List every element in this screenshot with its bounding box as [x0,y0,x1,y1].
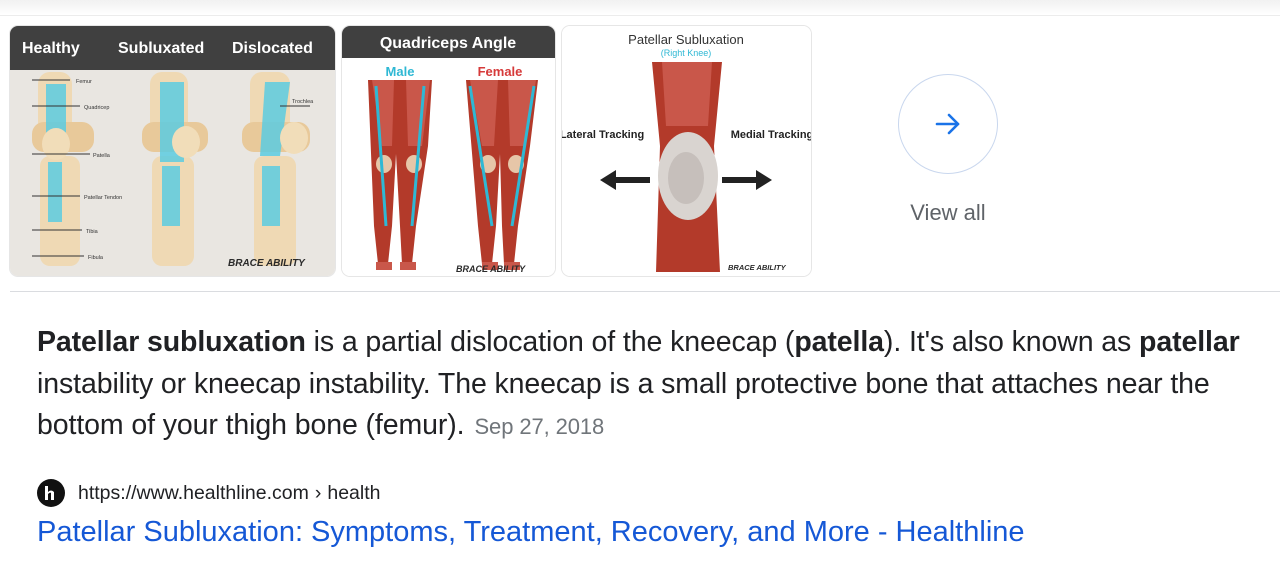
medial-label: Medial Tracking [731,129,811,141]
male-label: Male [386,64,415,79]
arrow-right-icon [935,113,960,135]
snippet-text-2: ). It's also known as [883,326,1140,358]
quadriceps-angle-illustration: Quadriceps Angle Male Female BRACE ABILI… [342,26,555,276]
lateral-label: Lateral Tracking [562,129,644,141]
callout-trochlea: Trochlea [292,99,314,105]
patellar-title: Patellar Subluxation [628,32,744,47]
snippet-text-1: is a partial dislocation of the kneecap … [305,326,795,358]
top-edge [0,0,1280,16]
quadriceps-title: Quadriceps Angle [380,35,516,52]
source-breadcrumb[interactable]: https://www.healthline.com › health [37,479,381,507]
watermark-braceability: BRACE ABILITY [456,264,526,274]
label-healthy: Healthy [22,40,80,57]
healthline-h-icon [37,479,65,507]
snippet-date: Sep 27, 2018 [474,414,605,439]
callout-fibula: Fibula [88,255,104,261]
knee-comparison-illustration: Healthy Subluxated Dislocated Femur Quad… [10,26,335,276]
view-all-label[interactable]: View all [880,200,1016,226]
label-subluxated: Subluxated [118,40,204,57]
result-title-link[interactable]: Patellar Subluxation: Symptoms, Treatmen… [37,516,1025,549]
image-carousel: Healthy Subluxated Dislocated Femur Quad… [0,26,1280,294]
image-thumb-quadriceps-angle[interactable]: Quadriceps Angle Male Female BRACE ABILI… [342,26,555,276]
section-divider [10,291,1280,292]
callout-patellar-tendon: Patellar Tendon [84,195,122,201]
source-url[interactable]: https://www.healthline.com [78,482,309,505]
callout-quadricep: Quadricep [84,105,109,111]
label-dislocated: Dislocated [232,40,313,57]
patellar-subluxation-illustration: Patellar Subluxation (Right Knee) Latera… [562,26,811,276]
snippet-bold-3: patellar [1139,326,1240,358]
watermark-braceability: BRACE ABILITY [228,258,306,269]
breadcrumb-separator: › [314,481,322,504]
female-label: Female [478,64,523,79]
view-all-circle[interactable] [898,74,998,174]
callout-femur: Femur [76,79,92,85]
snippet-text-3: instability or kneecap instability. The … [37,367,1210,442]
snippet-bold-2: patella [794,326,884,358]
watermark-braceability: BRACE ABILITY [728,263,787,272]
patellar-subtitle: (Right Knee) [661,48,712,58]
view-all-button[interactable]: View all [880,72,1016,232]
result-title-text[interactable]: Patellar Subluxation: Symptoms, Treatmen… [37,516,1025,548]
featured-snippet-text: Patellar subluxation is a partial disloc… [37,322,1267,448]
snippet-bold-1: Patellar subluxation [37,326,306,358]
source-path[interactable]: health [327,482,380,505]
callout-tibia: Tibia [86,229,99,235]
callout-patella: Patella [93,153,111,159]
image-thumb-knee-comparison[interactable]: Healthy Subluxated Dislocated Femur Quad… [10,26,335,276]
image-thumb-patellar-subluxation[interactable]: Patellar Subluxation (Right Knee) Latera… [562,26,811,276]
